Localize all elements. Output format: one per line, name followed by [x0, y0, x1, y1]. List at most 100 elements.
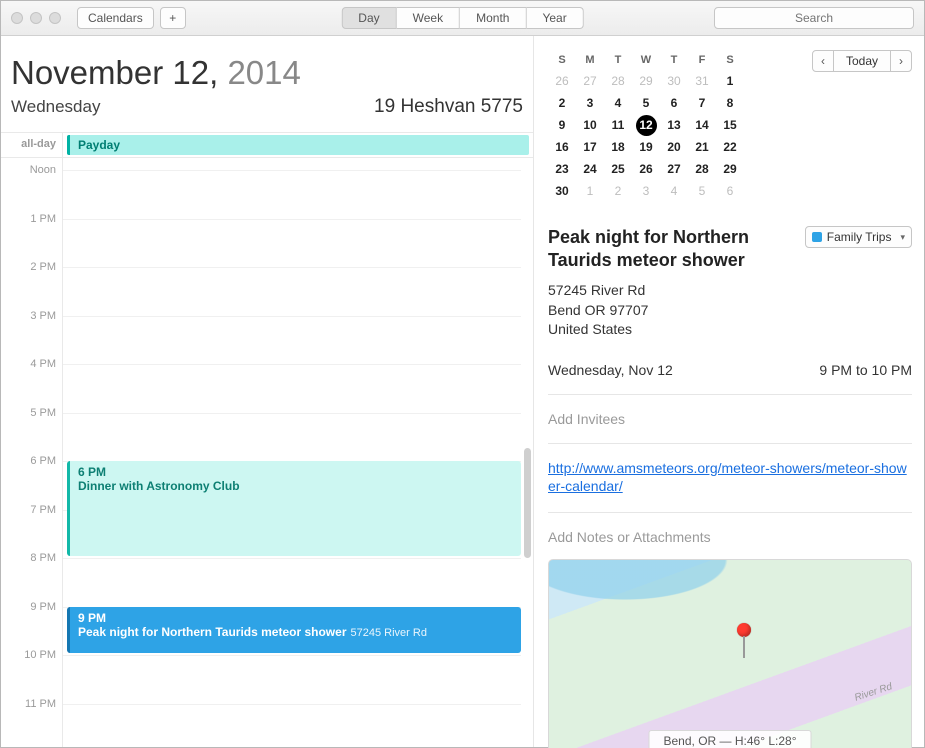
- hour-line: [63, 655, 521, 656]
- minical-day[interactable]: 1: [576, 180, 604, 202]
- minimize-icon[interactable]: [30, 12, 42, 24]
- view-month[interactable]: Month: [460, 7, 526, 29]
- hour-line: [63, 267, 521, 268]
- minical-day[interactable]: 14: [688, 114, 716, 136]
- close-icon[interactable]: [11, 12, 23, 24]
- add-event-button[interactable]: +: [160, 7, 186, 29]
- event-detail: Peak night for Northern Taurids meteor s…: [548, 226, 912, 748]
- minical-day[interactable]: 1: [716, 70, 744, 92]
- hour-label: 9 PM: [30, 601, 56, 613]
- add-notes-field[interactable]: Add Notes or Attachments: [548, 529, 912, 545]
- minical-day[interactable]: 5: [632, 92, 660, 114]
- minical-day[interactable]: 4: [604, 92, 632, 114]
- minical-day[interactable]: 3: [576, 92, 604, 114]
- minical-dow: M: [576, 50, 604, 70]
- minical-day[interactable]: 31: [688, 70, 716, 92]
- minical-day[interactable]: 27: [576, 70, 604, 92]
- calendar-event[interactable]: 6 PMDinner with Astronomy Club: [67, 461, 521, 556]
- map-caption: Bend, OR — H:46° L:28°: [649, 730, 812, 748]
- calendars-button[interactable]: Calendars: [77, 7, 154, 29]
- view-year[interactable]: Year: [526, 7, 583, 29]
- event-map[interactable]: River Rd Bend, OR — H:46° L:28°: [548, 559, 912, 748]
- next-button[interactable]: ›: [890, 50, 912, 72]
- view-week[interactable]: Week: [397, 7, 460, 29]
- map-pin-icon: [737, 623, 751, 658]
- minical-day[interactable]: 2: [548, 92, 576, 114]
- minical-day[interactable]: 25: [604, 158, 632, 180]
- minical-day[interactable]: 29: [716, 158, 744, 180]
- minical-day[interactable]: 23: [548, 158, 576, 180]
- minical-day[interactable]: 24: [576, 158, 604, 180]
- minical-day[interactable]: 6: [716, 180, 744, 202]
- event-location-label: 57245 River Rd: [347, 627, 427, 639]
- minical-day[interactable]: 17: [576, 136, 604, 158]
- minical-day[interactable]: 30: [548, 180, 576, 202]
- view-segmented-control: Day Week Month Year: [341, 7, 583, 29]
- minical-day[interactable]: 20: [660, 136, 688, 158]
- minical-day[interactable]: 5: [688, 180, 716, 202]
- event-title[interactable]: Peak night for Northern Taurids meteor s…: [548, 226, 795, 271]
- minical-day[interactable]: 13: [660, 114, 688, 136]
- minical-day[interactable]: 26: [548, 70, 576, 92]
- event-date[interactable]: Wednesday, Nov 12: [548, 362, 673, 378]
- event-time[interactable]: 9 PM to 10 PM: [819, 362, 912, 378]
- minical-day[interactable]: 22: [716, 136, 744, 158]
- minical-day[interactable]: 19: [632, 136, 660, 158]
- event-address[interactable]: 57245 River Rd Bend OR 97707 United Stat…: [548, 281, 912, 340]
- mini-calendar[interactable]: SMTWTFS262728293031123456789101112131415…: [548, 50, 744, 202]
- today-button[interactable]: Today: [834, 50, 890, 72]
- today-nav: ‹ Today ›: [812, 50, 912, 72]
- divider: [548, 394, 912, 395]
- view-day[interactable]: Day: [341, 7, 396, 29]
- minical-day[interactable]: 9: [548, 114, 576, 136]
- minical-dow: S: [716, 50, 744, 70]
- hours-grid[interactable]: Noon1 PM2 PM3 PM4 PM5 PM6 PM7 PM8 PM9 PM…: [1, 158, 533, 747]
- minical-dow: W: [632, 50, 660, 70]
- minical-day[interactable]: 16: [548, 136, 576, 158]
- minical-day[interactable]: 7: [688, 92, 716, 114]
- minical-day[interactable]: 6: [660, 92, 688, 114]
- minical-day[interactable]: 18: [604, 136, 632, 158]
- inspector-panel: SMTWTFS262728293031123456789101112131415…: [534, 36, 924, 747]
- minical-day[interactable]: 15: [716, 114, 744, 136]
- minical-day[interactable]: 3: [632, 180, 660, 202]
- hour-label: 1 PM: [30, 213, 56, 225]
- hour-label: Noon: [30, 164, 56, 176]
- hour-line: [63, 364, 521, 365]
- minical-day[interactable]: 30: [660, 70, 688, 92]
- all-day-event[interactable]: Payday: [67, 135, 529, 155]
- address-line-1: 57245 River Rd: [548, 281, 912, 301]
- minical-day[interactable]: 8: [716, 92, 744, 114]
- event-url-link[interactable]: http://www.amsmeteors.org/meteor-showers…: [548, 460, 907, 494]
- event-title-label: Peak night for Northern Taurids meteor s…: [78, 625, 347, 639]
- calendar-name: Family Trips: [827, 230, 892, 244]
- search-input[interactable]: [714, 7, 914, 29]
- minical-day[interactable]: 2: [604, 180, 632, 202]
- minical-day[interactable]: 26: [632, 158, 660, 180]
- zoom-icon[interactable]: [49, 12, 61, 24]
- minical-day[interactable]: 21: [688, 136, 716, 158]
- add-invitees-field[interactable]: Add Invitees: [548, 411, 912, 427]
- event-url-field[interactable]: http://www.amsmeteors.org/meteor-showers…: [548, 460, 912, 496]
- event-time-label: 9 PM: [78, 611, 513, 625]
- minical-day[interactable]: 27: [660, 158, 688, 180]
- minical-day[interactable]: 12: [632, 114, 660, 136]
- date-year: 2014: [227, 54, 300, 91]
- address-line-3: United States: [548, 320, 912, 340]
- minical-dow: T: [604, 50, 632, 70]
- minical-day[interactable]: 28: [688, 158, 716, 180]
- hour-line: [63, 704, 521, 705]
- event-time-label: 6 PM: [78, 465, 513, 479]
- scrollbar-thumb[interactable]: [524, 448, 531, 558]
- minical-day[interactable]: 28: [604, 70, 632, 92]
- weekday-label: Wednesday: [11, 97, 100, 117]
- hour-label: 8 PM: [30, 552, 56, 564]
- calendar-dropdown[interactable]: Family Trips ▾: [805, 226, 912, 248]
- calendar-event[interactable]: 9 PMPeak night for Northern Taurids mete…: [67, 607, 521, 654]
- minical-day[interactable]: 11: [604, 114, 632, 136]
- minical-day[interactable]: 10: [576, 114, 604, 136]
- minical-day[interactable]: 29: [632, 70, 660, 92]
- hour-label: 11 PM: [25, 698, 56, 710]
- minical-day[interactable]: 4: [660, 180, 688, 202]
- prev-button[interactable]: ‹: [812, 50, 834, 72]
